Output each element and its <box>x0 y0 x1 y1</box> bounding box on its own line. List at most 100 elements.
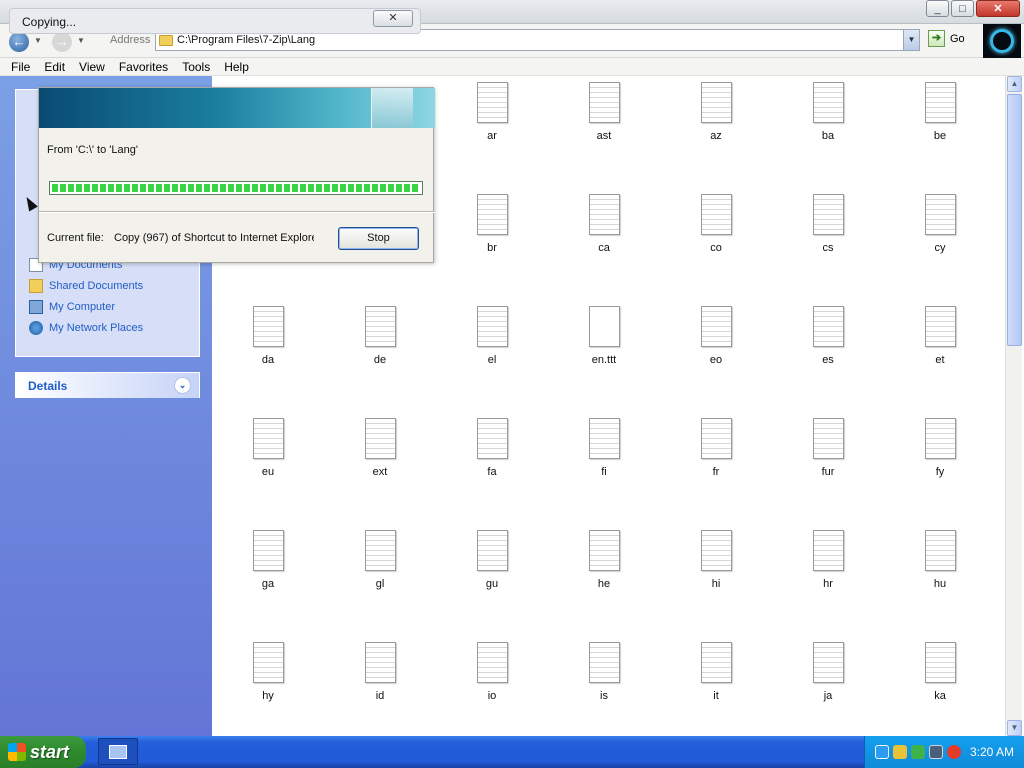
file-item[interactable]: el <box>452 306 532 366</box>
file-name: fr <box>712 466 720 478</box>
text-file-icon <box>812 82 844 123</box>
file-item[interactable]: ja <box>788 642 868 702</box>
file-name: eu <box>261 466 275 478</box>
text-file-icon <box>700 418 732 459</box>
place-shared-documents[interactable]: Shared Documents <box>16 276 201 297</box>
file-item[interactable]: eo <box>676 306 756 366</box>
minimize-button[interactable]: _ <box>926 0 949 17</box>
file-item[interactable]: ba <box>788 82 868 142</box>
file-item[interactable]: br <box>452 194 532 254</box>
file-item[interactable]: fur <box>788 418 868 478</box>
place-my-computer[interactable]: My Computer <box>16 297 201 318</box>
network-icon[interactable] <box>875 745 889 759</box>
file-item[interactable]: he <box>564 530 644 590</box>
menu-help[interactable]: Help <box>217 60 256 74</box>
maximize-button[interactable]: □ <box>951 0 974 17</box>
menu-edit[interactable]: Edit <box>37 60 72 74</box>
copy-dialog-close-button[interactable]: ✕ <box>373 10 413 27</box>
file-item[interactable]: az <box>676 82 756 142</box>
chevron-down-icon[interactable]: ⌄ <box>174 377 191 394</box>
forward-button[interactable]: → <box>52 32 72 52</box>
taskbar-window-button[interactable] <box>98 738 138 765</box>
text-file-icon <box>924 82 956 123</box>
display-icon[interactable] <box>929 745 943 759</box>
file-item[interactable]: it <box>676 642 756 702</box>
text-file-icon <box>812 530 844 571</box>
file-item[interactable]: fy <box>900 418 980 478</box>
menu-bar: File Edit View Favorites Tools Help <box>0 58 1024 76</box>
menu-favorites[interactable]: Favorites <box>112 60 175 74</box>
text-file-icon <box>812 306 844 347</box>
file-item[interactable]: gl <box>340 530 420 590</box>
file-name: el <box>487 354 497 366</box>
shield-icon[interactable] <box>893 745 907 759</box>
file-item[interactable]: cs <box>788 194 868 254</box>
file-item[interactable]: gu <box>452 530 532 590</box>
text-file-icon <box>700 530 732 571</box>
file-item[interactable]: da <box>228 306 308 366</box>
start-button[interactable]: start <box>0 736 86 768</box>
file-item[interactable]: de <box>340 306 420 366</box>
file-item[interactable]: hr <box>788 530 868 590</box>
text-file-icon <box>252 530 284 571</box>
file-item[interactable]: ca <box>564 194 644 254</box>
details-panel[interactable]: Details ⌄ <box>15 372 200 398</box>
file-item[interactable]: fi <box>564 418 644 478</box>
current-file-label: Current file: <box>47 232 104 244</box>
file-item[interactable]: ext <box>340 418 420 478</box>
file-item[interactable]: be <box>900 82 980 142</box>
vertical-scrollbar[interactable]: ▲ ▼ <box>1005 76 1022 736</box>
file-name: ast <box>596 130 612 142</box>
file-item[interactable]: io <box>452 642 532 702</box>
forward-dropdown-icon[interactable]: ▼ <box>77 36 85 45</box>
menu-view[interactable]: View <box>72 60 112 74</box>
place-my-network-places[interactable]: My Network Places <box>16 318 201 339</box>
stop-button[interactable]: Stop <box>338 227 419 250</box>
scroll-thumb[interactable] <box>1007 94 1022 346</box>
go-button[interactable]: ➔ Go <box>928 30 965 47</box>
file-item[interactable]: en.ttt <box>564 306 644 366</box>
scroll-down-button[interactable]: ▼ <box>1007 720 1022 736</box>
security-icon[interactable] <box>911 745 925 759</box>
text-file-icon <box>588 530 620 571</box>
file-item[interactable]: eu <box>228 418 308 478</box>
text-file-icon <box>700 194 732 235</box>
file-item[interactable]: hy <box>228 642 308 702</box>
file-item[interactable]: ga <box>228 530 308 590</box>
file-item[interactable]: es <box>788 306 868 366</box>
menu-tools[interactable]: Tools <box>175 60 217 74</box>
text-file-icon <box>812 642 844 683</box>
file-item[interactable]: id <box>340 642 420 702</box>
file-item[interactable]: hu <box>900 530 980 590</box>
computer-icon <box>29 300 43 314</box>
file-item[interactable]: fr <box>676 418 756 478</box>
menu-file[interactable]: File <box>4 60 37 74</box>
file-item[interactable]: is <box>564 642 644 702</box>
file-item[interactable]: et <box>900 306 980 366</box>
text-file-icon <box>588 306 620 347</box>
address-input[interactable]: C:\Program Files\7-Zip\Lang <box>177 34 315 46</box>
file-name: et <box>935 354 945 366</box>
windows-logo-icon <box>983 24 1021 58</box>
file-item[interactable]: hi <box>676 530 756 590</box>
window-controls: _ □ ✕ <box>924 0 1020 17</box>
current-file-value: Copy (967) of Shortcut to Internet Explo… <box>114 232 314 244</box>
file-item[interactable]: cy <box>900 194 980 254</box>
copy-animation-icon <box>371 88 413 128</box>
back-button[interactable]: ← <box>9 32 29 52</box>
address-dropdown-icon[interactable]: ▼ <box>903 30 919 50</box>
back-dropdown-icon[interactable]: ▼ <box>34 36 42 45</box>
details-panel-header[interactable]: Details ⌄ <box>16 373 199 398</box>
details-title: Details <box>28 378 68 393</box>
file-name: it <box>713 690 719 702</box>
file-item[interactable]: ar <box>452 82 532 142</box>
scroll-up-button[interactable]: ▲ <box>1007 76 1022 92</box>
file-item[interactable]: co <box>676 194 756 254</box>
file-item[interactable]: fa <box>452 418 532 478</box>
file-item[interactable]: ast <box>564 82 644 142</box>
file-name: ja <box>823 690 833 702</box>
alert-icon[interactable] <box>947 745 961 759</box>
close-button[interactable]: ✕ <box>976 0 1020 17</box>
file-name: en.ttt <box>591 354 617 366</box>
file-item[interactable]: ka <box>900 642 980 702</box>
